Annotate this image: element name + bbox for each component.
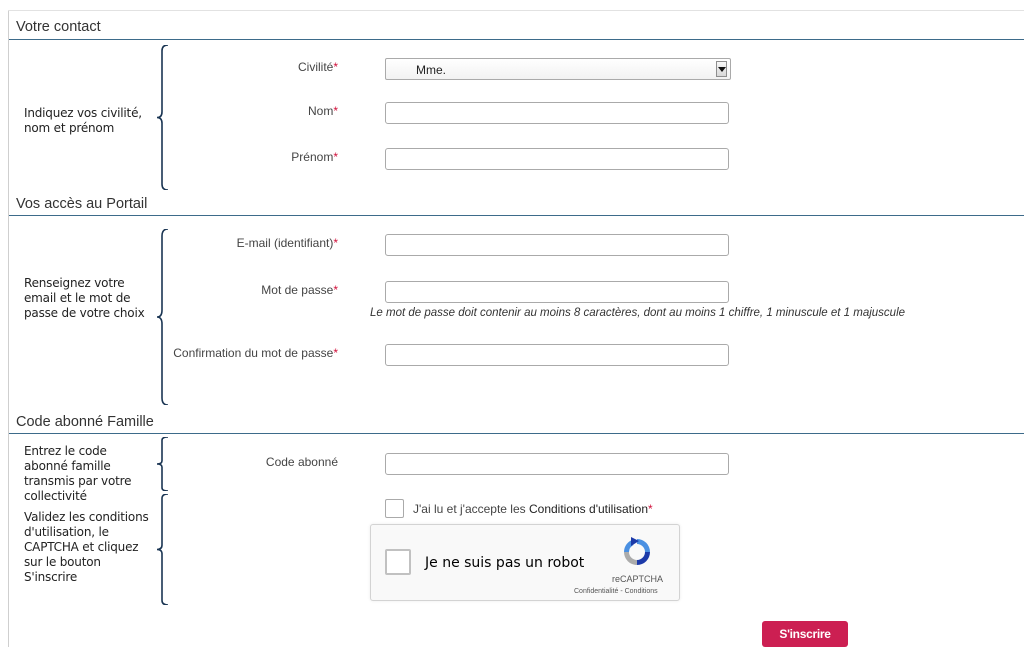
hint-acces: Renseignez votre email et le mot de pass… [24, 276, 145, 320]
civilite-select[interactable]: Mme. [385, 58, 731, 80]
code-abonne-input[interactable] [385, 453, 729, 475]
civilite-selected-value: Mme. [416, 63, 446, 77]
hint-code: Entrez le code abonné famille transmis p… [24, 444, 132, 503]
recaptcha-links: Confidentialité - Conditions [574, 588, 658, 595]
cgu-link[interactable]: Conditions d'utilisation [529, 502, 648, 516]
left-brace-icon [156, 45, 170, 190]
nom-input[interactable] [385, 102, 729, 124]
password-confirm-label: Confirmation du mot de passe* [173, 346, 338, 360]
recaptcha-terms-link[interactable]: Conditions [625, 588, 658, 595]
prenom-label: Prénom* [291, 150, 338, 164]
cgu-checkbox[interactable] [385, 499, 404, 518]
left-brace-icon [156, 494, 170, 605]
section-title-acces: Vos accès au Portail [16, 196, 148, 212]
prenom-input[interactable] [385, 148, 729, 170]
civilite-label: Civilité* [297, 60, 338, 74]
nom-label: Nom* [307, 104, 338, 118]
section-divider-code [9, 433, 1024, 434]
section-divider-contact [9, 39, 1024, 40]
form-frame-left-border [8, 10, 9, 647]
sinscrire-button[interactable]: S'inscrire [762, 621, 848, 647]
recaptcha-widget: Je ne suis pas un robot reCAPTCHA Confid… [370, 524, 680, 601]
section-title-code: Code abonné Famille [16, 414, 154, 430]
left-brace-icon [156, 437, 170, 491]
code-abonne-label: Code abonné [265, 455, 338, 469]
hint-validation: Validez les conditions d'utilisation, le… [24, 510, 149, 584]
hint-contact: Indiquez vos civilité, nom et prénom [24, 106, 142, 135]
password-input[interactable] [385, 281, 729, 303]
left-brace-icon [156, 229, 170, 405]
form-frame-top-border [8, 10, 1024, 11]
recaptcha-privacy-link[interactable]: Confidentialité [574, 588, 618, 595]
password-confirm-input[interactable] [385, 344, 729, 366]
password-label: Mot de passe* [261, 283, 338, 297]
email-label: E-mail (identifiant)* [236, 236, 338, 250]
recaptcha-checkbox[interactable] [385, 549, 411, 575]
recaptcha-label: Je ne suis pas un robot [425, 555, 585, 571]
section-title-contact: Votre contact [16, 19, 101, 35]
recaptcha-brand: reCAPTCHA [612, 574, 664, 584]
recaptcha-logo-icon [624, 537, 650, 565]
email-input[interactable] [385, 234, 729, 256]
section-divider-acces [9, 215, 1024, 216]
password-requirements-hint: Le mot de passe doit contenir au moins 8… [370, 307, 906, 319]
cgu-label: J'ai lu et j'accepte les Conditions d'ut… [413, 502, 653, 516]
chevron-down-icon[interactable] [716, 61, 727, 77]
